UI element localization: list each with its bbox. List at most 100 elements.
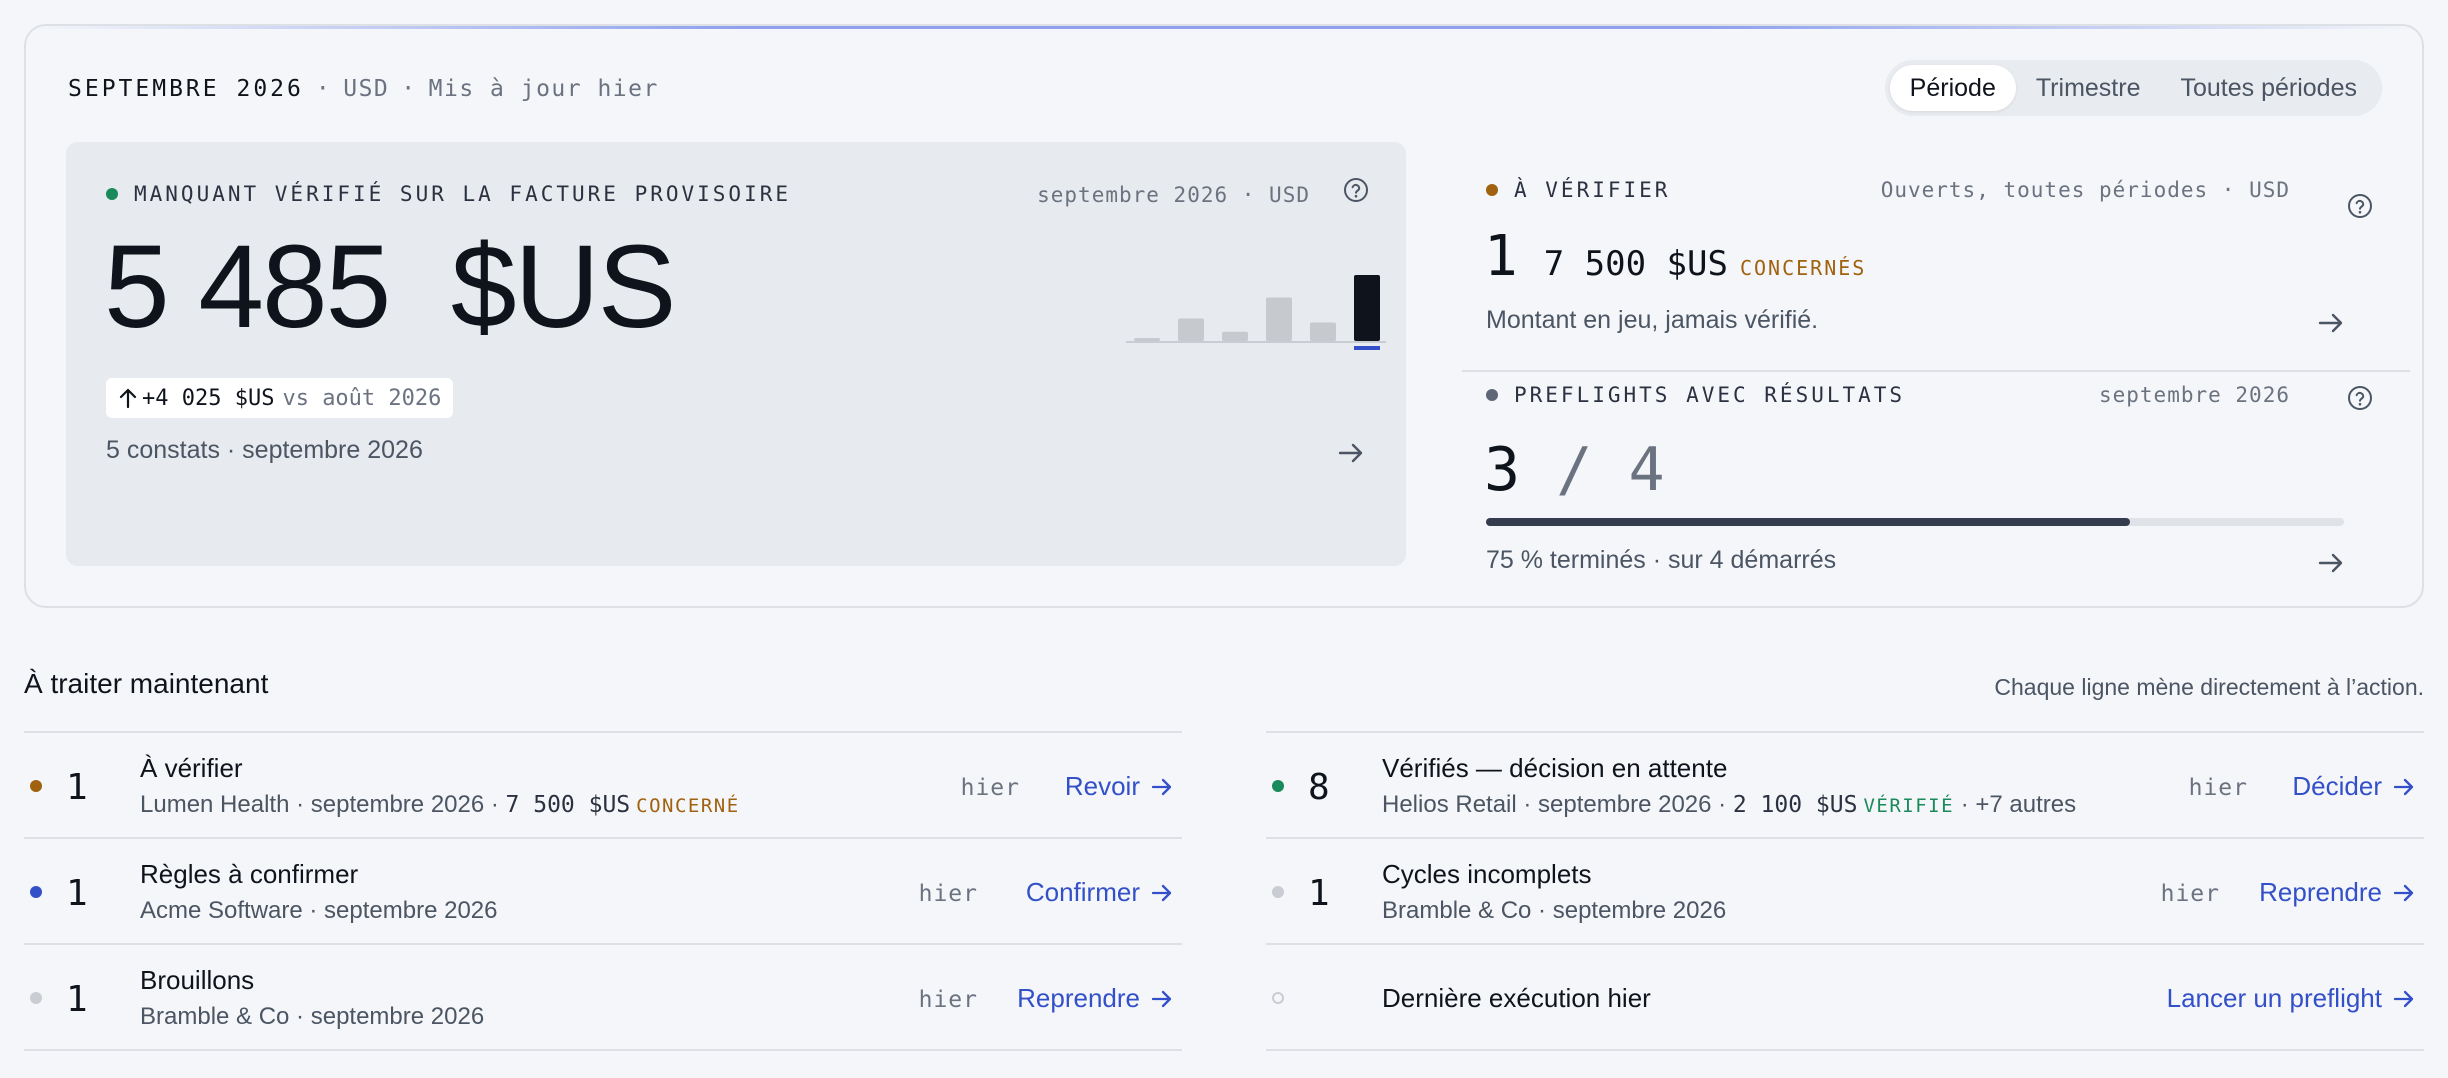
task-row[interactable]: 1 Brouillons Bramble & Co · septembre 2026… xyxy=(24,945,1182,1051)
period-segmented-control: Période Trimestre Toutes périodes xyxy=(1884,60,2382,116)
task-row[interactable]: 1 À vérifier Lumen Health · septembre 2026… xyxy=(24,733,1182,839)
sparkline-current-marker xyxy=(1354,346,1380,350)
task-row[interactable]: 1 Règles à confirmer Acme Software · septe… xyxy=(24,839,1182,945)
task-tag: CONCERNÉ xyxy=(636,795,740,817)
progress-fill xyxy=(1486,518,2130,526)
preflights-progress-bar xyxy=(1486,518,2344,526)
to-verify-description: Montant en jeu, jamais vérifié. xyxy=(1486,306,1819,334)
status-dot xyxy=(1272,886,1284,898)
sparkline-bar xyxy=(1178,318,1204,341)
task-action-button[interactable]: Décider xyxy=(2292,771,2416,802)
to-verify-amount: 7 500 $US xyxy=(1543,244,1728,284)
panel-meta: septembre 2026 · USD xyxy=(1037,183,1310,207)
to-verify-count: 1 xyxy=(1484,224,1518,289)
period-currency: USD xyxy=(343,76,390,102)
task-action-button[interactable]: Reprendre xyxy=(2259,877,2416,908)
summary-card: SEPTEMBRE 2026 · USD · Mis à jour hier Pério… xyxy=(24,24,2424,608)
status-dot xyxy=(30,780,42,792)
task-title: Règles à confirmer xyxy=(140,859,359,889)
task-title: Dernière exécution hier xyxy=(1382,983,1651,1013)
preflights-kicker: PREFLIGHTS AVEC RÉSULTATS xyxy=(1486,383,1905,407)
sparkline-bar xyxy=(1222,331,1248,341)
task-amount: 2 100 $US xyxy=(1732,792,1858,818)
divider xyxy=(1462,370,2410,372)
section-title: À traiter maintenant xyxy=(24,668,269,699)
arrow-right-icon xyxy=(2393,990,2414,1007)
status-dot xyxy=(30,992,42,1004)
task-count: 1 xyxy=(66,979,88,1020)
task-title: À vérifier xyxy=(140,753,243,783)
tab-periode[interactable]: Période xyxy=(1889,65,2016,111)
status-dot xyxy=(1486,184,1498,196)
arrow-right-icon xyxy=(1151,778,1172,795)
task-time: hier xyxy=(2188,775,2248,801)
task-count: 1 xyxy=(66,767,88,808)
status-dot xyxy=(30,886,42,898)
preflights-meta: septembre 2026 xyxy=(2098,383,2290,407)
task-title: Vérifiés — décision en attente xyxy=(1382,753,1728,783)
sparkline-bar xyxy=(1310,322,1336,341)
to-verify-kicker: À VÉRIFIER xyxy=(1486,178,1670,202)
section-note: Chaque ligne mène directement à l’action… xyxy=(1994,674,2424,700)
delta-comparison: vs août 2026 xyxy=(282,385,442,411)
sparkline-bar xyxy=(1266,297,1292,341)
arrow-right-icon xyxy=(1151,884,1172,901)
last-updated: Mis à jour hier xyxy=(428,76,659,102)
to-verify-meta: Ouverts, toutes périodes · USD xyxy=(1880,178,2290,202)
delta-badge: +4 025 $US vs août 2026 xyxy=(106,378,454,418)
period-meta: SEPTEMBRE 2026 · USD · Mis à jour hier xyxy=(68,76,659,102)
task-subtitle: Helios Retail · septembre 2026 · 2 100 $… xyxy=(1382,791,2077,818)
status-dot xyxy=(1272,992,1284,1004)
missing-verified-panel[interactable]: MANQUANT VÉRIFIÉ SUR LA FACTURE PROVISOI… xyxy=(66,142,1406,566)
task-time: hier xyxy=(918,881,978,907)
to-verify-tag: CONCERNÉS xyxy=(1739,256,1867,280)
arrow-right-icon[interactable] xyxy=(2316,308,2346,338)
arrow-right-icon[interactable] xyxy=(1336,438,1366,468)
task-title: Brouillons xyxy=(140,965,255,995)
task-row[interactable]: Dernière exécution hier Lancer un preflig… xyxy=(1266,945,2424,1051)
task-subtitle: Bramble & Co · septembre 2026 xyxy=(1382,897,1727,924)
arrow-right-icon[interactable] xyxy=(2316,548,2346,578)
to-verify-values: 1 7 500 $US CONCERNÉS xyxy=(1484,224,1866,289)
missing-amount: 5 485 $US xyxy=(104,221,676,353)
sparkline-bar xyxy=(1354,275,1380,341)
period-month: SEPTEMBRE 2026 xyxy=(68,76,304,102)
arrow-right-icon xyxy=(2393,884,2414,901)
tab-toutes-periodes[interactable]: Toutes périodes xyxy=(2160,65,2377,111)
panel-kicker: MANQUANT VÉRIFIÉ SUR LA FACTURE PROVISOI… xyxy=(106,182,791,206)
to-verify-stat[interactable]: À VÉRIFIER Ouverts, toutes périodes · US… xyxy=(1462,142,2410,368)
help-circle-icon[interactable] xyxy=(1342,176,1370,204)
preflights-total: 4 xyxy=(1628,435,1665,505)
arrow-right-icon xyxy=(1151,990,1172,1007)
status-dot xyxy=(1486,389,1498,401)
task-subtitle: Acme Software · septembre 2026 xyxy=(140,897,498,924)
task-amount: 7 500 $US xyxy=(505,792,631,818)
task-action-button[interactable]: Revoir xyxy=(1065,771,1174,802)
task-row[interactable]: 8 Vérifiés — décision en attente Helios Re… xyxy=(1266,733,2424,839)
trend-sparkline xyxy=(1126,275,1386,350)
panel-footer: 5 constats · septembre 2026 xyxy=(106,436,423,464)
task-tag: VÉRIFIÉ xyxy=(1863,795,1955,817)
preflights-description: 75 % terminés · sur 4 démarrés xyxy=(1486,546,1837,574)
delta-value: +4 025 $US xyxy=(142,385,275,411)
preflights-done: 3 xyxy=(1484,435,1521,505)
task-count: 8 xyxy=(1308,767,1330,808)
task-row[interactable]: 1 Cycles incomplets Bramble & Co · septemb… xyxy=(1266,839,2424,945)
help-circle-icon[interactable] xyxy=(2346,384,2374,412)
arrow-up-icon xyxy=(119,388,137,409)
task-time: hier xyxy=(960,775,1020,801)
status-dot xyxy=(106,188,118,200)
task-count: 1 xyxy=(66,873,88,914)
task-count: 1 xyxy=(1308,873,1330,914)
arrow-right-icon xyxy=(2393,778,2414,795)
task-title: Cycles incomplets xyxy=(1382,859,1592,889)
preflights-fraction: 3 / 4 xyxy=(1484,435,1665,505)
task-subtitle: Lumen Health · septembre 2026 · 7 500 $U… xyxy=(140,791,740,818)
task-subtitle: Bramble & Co · septembre 2026 xyxy=(140,1003,485,1030)
tab-trimestre[interactable]: Trimestre xyxy=(2016,65,2161,111)
help-circle-icon[interactable] xyxy=(2346,192,2374,220)
task-action-button[interactable]: Lancer un preflight xyxy=(2167,983,2416,1014)
task-action-button[interactable]: Reprendre xyxy=(1017,983,1174,1014)
task-time: hier xyxy=(2160,881,2220,907)
task-action-button[interactable]: Confirmer xyxy=(1026,877,1174,908)
